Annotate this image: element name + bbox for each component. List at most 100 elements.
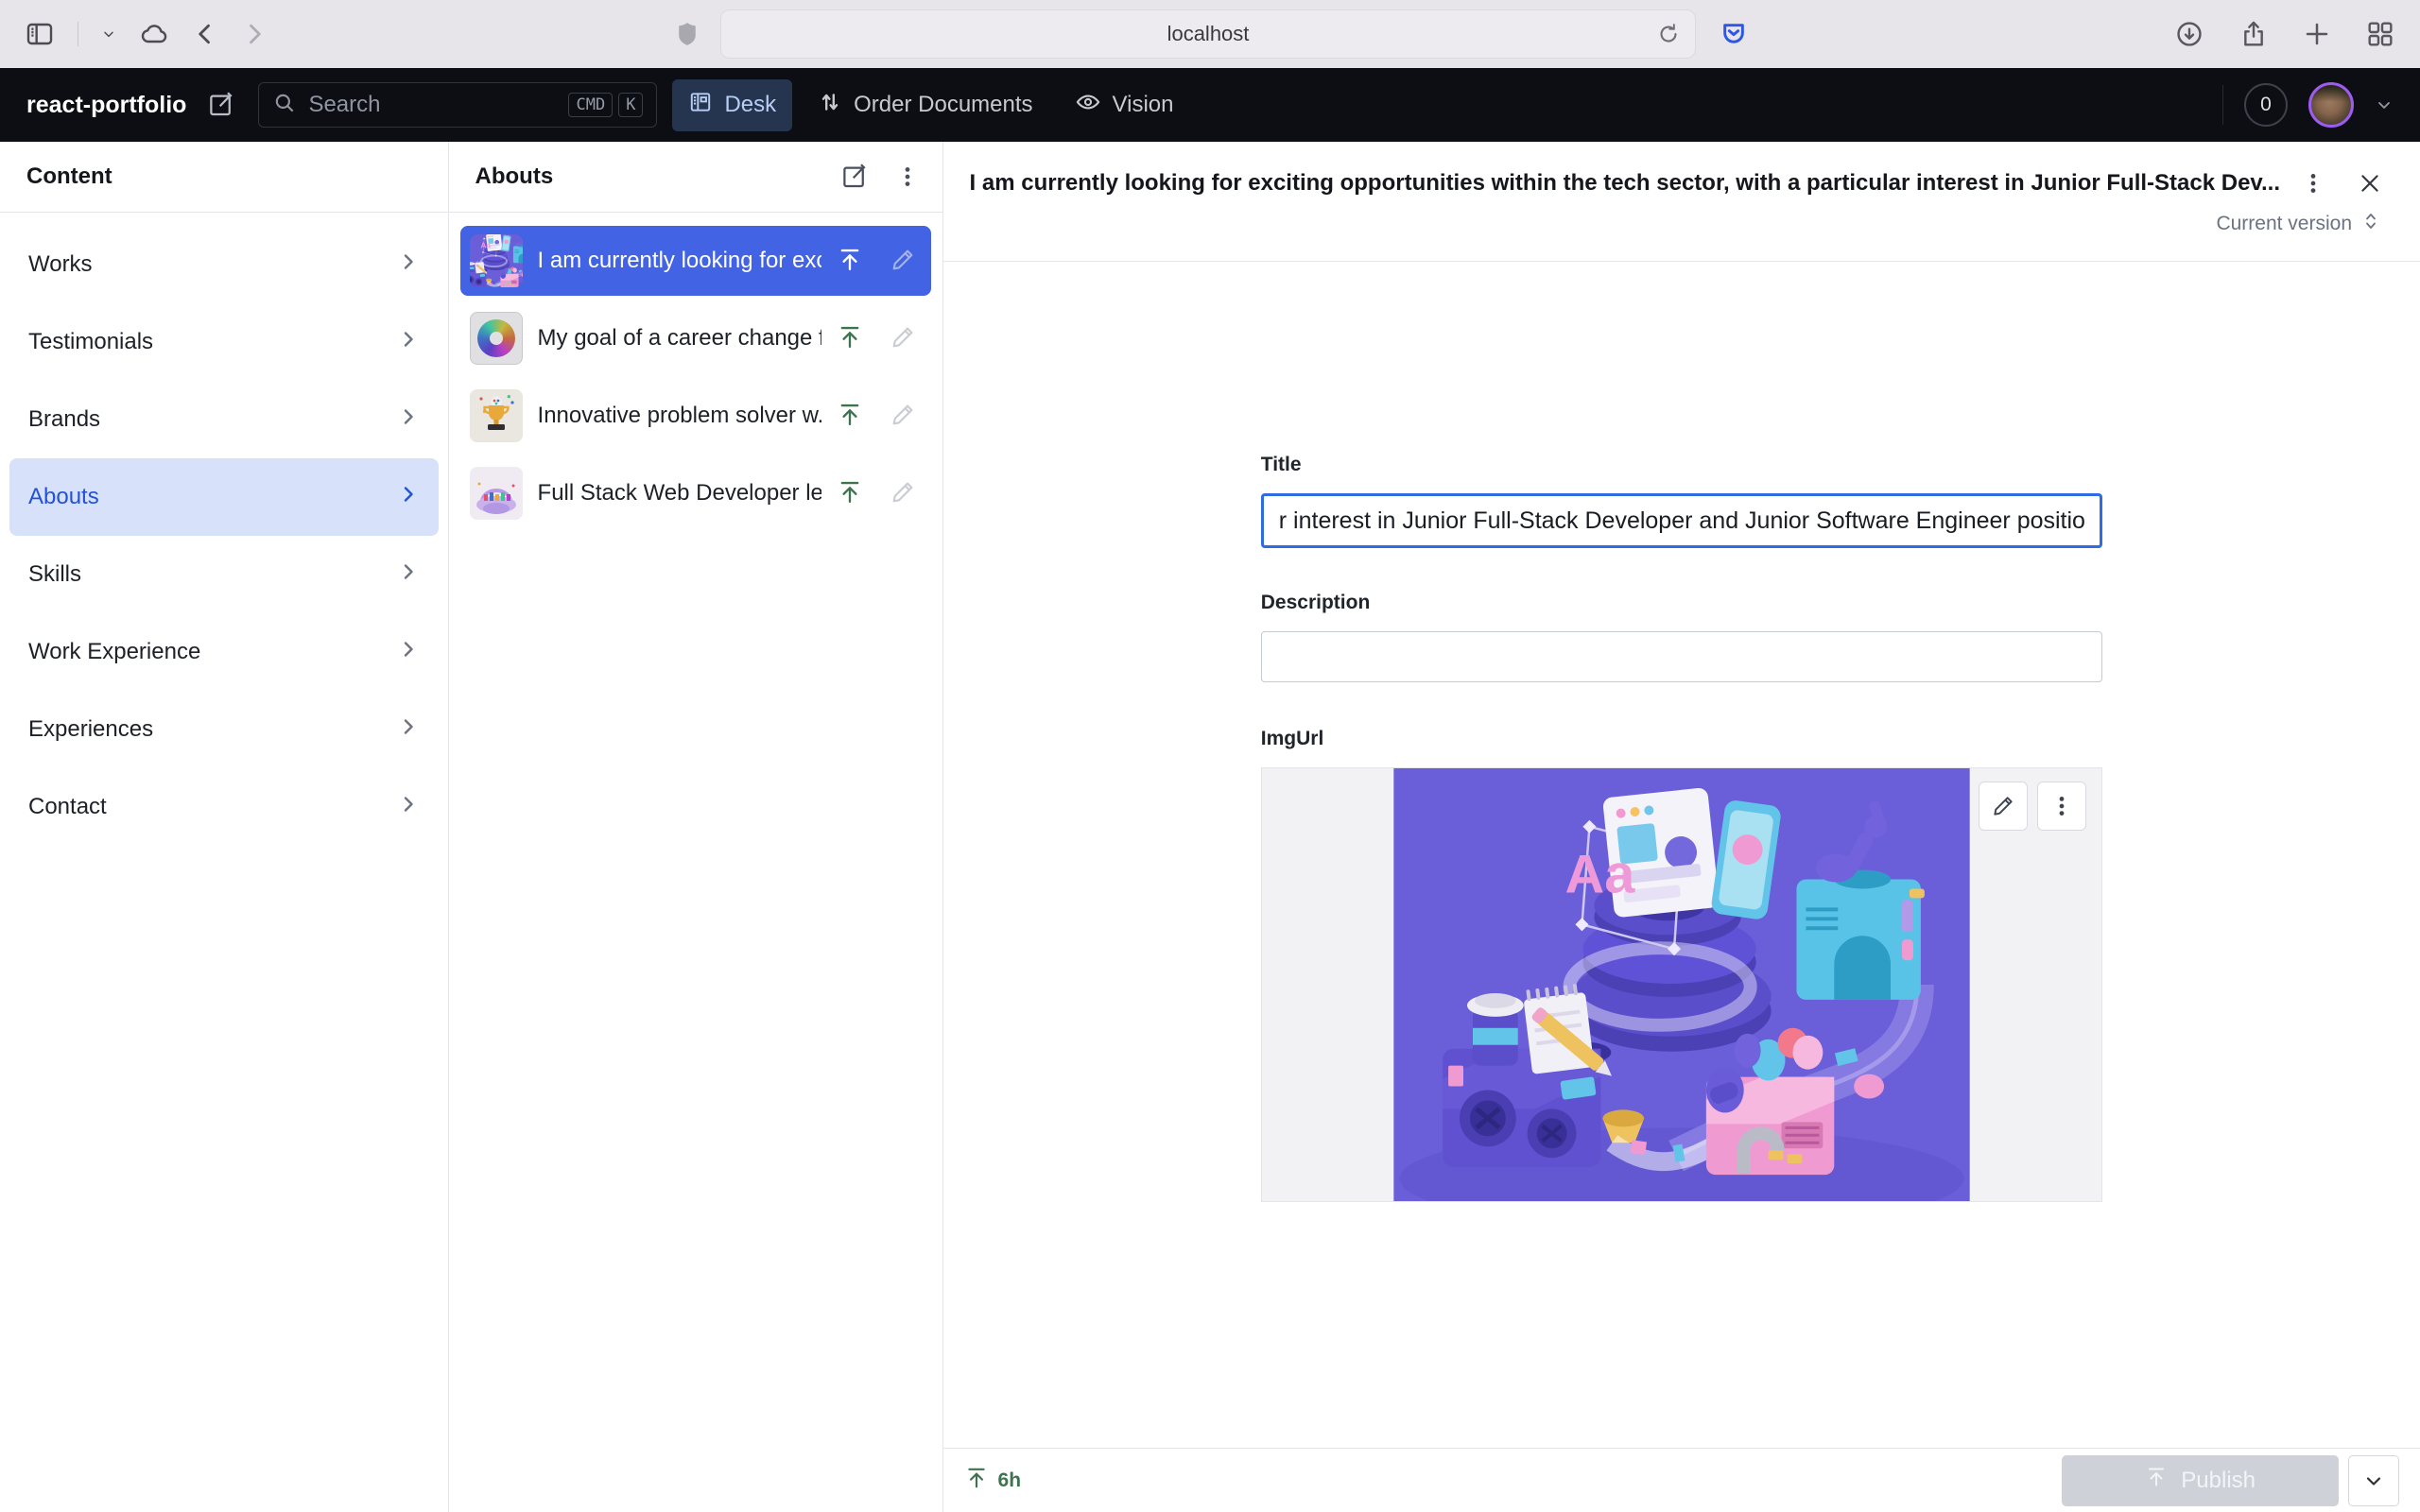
sort-chevrons-icon [2360, 210, 2382, 238]
tab-order-documents-label: Order Documents [854, 92, 1032, 118]
list-item[interactable]: I am currently looking for exc... [460, 226, 931, 296]
close-icon[interactable] [2358, 171, 2382, 196]
sidebar-item-works[interactable]: Works [9, 226, 439, 303]
edit-pencil-icon [890, 402, 916, 431]
user-menu-chevron-down-icon[interactable] [2375, 95, 2394, 114]
tab-vision[interactable]: Vision [1059, 78, 1190, 132]
chevron-right-icon [397, 328, 420, 357]
tab-desk-label: Desk [724, 92, 776, 118]
document-form: Title Description ImgUrl [943, 401, 2420, 1448]
chevron-right-icon [397, 715, 420, 745]
document-thumbnail [470, 389, 523, 442]
header-divider [943, 261, 2420, 262]
document-title: My goal of a career change f... [538, 325, 821, 352]
content-type-list: Works Testimonials Brands Abouts Skills [0, 213, 448, 859]
document-list: I am currently looking for exc... My goa… [449, 213, 942, 541]
sidebar-item-skills[interactable]: Skills [9, 536, 439, 613]
published-icon [837, 479, 863, 508]
document-thumbnail [470, 234, 523, 287]
search-icon [272, 91, 297, 120]
back-icon[interactable] [192, 21, 218, 47]
published-icon [964, 1466, 989, 1496]
document-title: I am currently looking for exc... [538, 248, 821, 274]
last-published-status: 6h [964, 1466, 1022, 1496]
sidebar-item-brands[interactable]: Brands [9, 381, 439, 458]
list-item[interactable]: Full Stack Web Developer lev... [460, 458, 931, 528]
edit-pencil-icon [890, 479, 916, 508]
search-shortcut: CMD K [568, 93, 643, 117]
publish-menu-chevron-button[interactable] [2348, 1455, 2399, 1506]
version-selector[interactable]: Current version [943, 197, 2420, 261]
pocket-extension-icon[interactable] [1719, 0, 1749, 68]
chevron-right-icon [397, 405, 420, 435]
sidebar-item-label: Work Experience [28, 639, 200, 665]
chevron-right-icon [397, 250, 420, 280]
tab-vision-label: Vision [1113, 92, 1174, 118]
sidebar-item-label: Abouts [28, 484, 99, 510]
share-icon[interactable] [2238, 19, 2269, 49]
tab-overview-icon[interactable] [2365, 19, 2395, 49]
user-avatar[interactable] [2308, 82, 2354, 128]
icloud-tabs-icon[interactable] [139, 19, 169, 49]
new-document-button[interactable] [207, 91, 235, 119]
create-document-button[interactable] [840, 163, 869, 191]
desk-icon [688, 90, 713, 121]
sidebar-item-work-experience[interactable]: Work Experience [9, 613, 439, 691]
sidebar-item-experiences[interactable]: Experiences [9, 691, 439, 768]
project-title: react-portfolio [26, 92, 186, 119]
document-thumbnail [470, 312, 523, 365]
main-content: Content Works Testimonials Brands Abouts [0, 142, 2420, 1512]
publish-button[interactable]: Publish [2062, 1455, 2339, 1506]
chevron-right-icon [397, 793, 420, 822]
sidebar-chevron-down-icon[interactable] [101, 26, 116, 42]
privacy-shield-icon[interactable] [673, 0, 701, 68]
sidebar-item-contact[interactable]: Contact [9, 768, 439, 846]
publish-button-label: Publish [2181, 1468, 2256, 1494]
chevron-right-icon [397, 638, 420, 667]
sidebar-item-testimonials[interactable]: Testimonials [9, 303, 439, 381]
description-field-label: Description [1261, 592, 2102, 614]
url-text: localhost [1167, 22, 1250, 46]
version-label: Current version [2216, 213, 2352, 235]
last-published-time: 6h [998, 1469, 1022, 1492]
tab-desk[interactable]: Desk [672, 79, 792, 131]
publish-arrow-icon [2145, 1466, 2168, 1495]
list-pane-title: Abouts [475, 163, 554, 190]
edit-pencil-icon [890, 247, 916, 276]
edit-pencil-icon [890, 324, 916, 353]
list-item[interactable]: Innovative problem solver w... [460, 381, 931, 451]
chevron-right-icon [397, 560, 420, 590]
content-sidebar: Content Works Testimonials Brands Abouts [0, 142, 449, 1512]
refresh-icon[interactable] [1655, 21, 1682, 47]
address-bar[interactable]: localhost [720, 9, 1696, 59]
document-thumbnail [470, 467, 523, 520]
browser-sidebar-icon[interactable] [25, 19, 55, 49]
document-header-title: I am currently looking for exciting oppo… [970, 170, 2301, 197]
sidebar-item-label: Skills [28, 561, 81, 588]
sidebar-item-abouts[interactable]: Abouts [9, 458, 439, 536]
new-tab-icon[interactable] [2303, 20, 2331, 48]
eye-icon [1075, 89, 1101, 122]
image-menu-kebab-button[interactable] [2037, 782, 2086, 831]
sidebar-item-label: Experiences [28, 716, 153, 743]
list-menu-kebab-icon[interactable] [895, 164, 920, 189]
document-menu-kebab-icon[interactable] [2301, 171, 2325, 196]
published-icon [837, 402, 863, 431]
title-input[interactable] [1261, 493, 2102, 548]
swap-arrows-icon [818, 90, 842, 121]
document-title: Full Stack Web Developer lev... [538, 480, 821, 507]
document-list-pane: Abouts I am currently looking for exc... [449, 142, 943, 1512]
sidebar-item-label: Testimonials [28, 329, 153, 355]
edit-image-button[interactable] [1979, 782, 2028, 831]
title-field-label: Title [1261, 454, 2102, 476]
notifications-badge[interactable]: 0 [2244, 83, 2288, 127]
search-input[interactable] [308, 92, 557, 118]
sidebar-item-label: Contact [28, 794, 107, 820]
description-input[interactable] [1261, 631, 2102, 682]
tab-order-documents[interactable]: Order Documents [802, 79, 1048, 131]
list-item[interactable]: My goal of a career change f... [460, 303, 931, 373]
imgurl-field-label: ImgUrl [1261, 728, 2102, 750]
downloads-icon[interactable] [2174, 19, 2204, 49]
global-search[interactable]: CMD K [258, 82, 657, 128]
forward-icon[interactable] [241, 21, 268, 47]
